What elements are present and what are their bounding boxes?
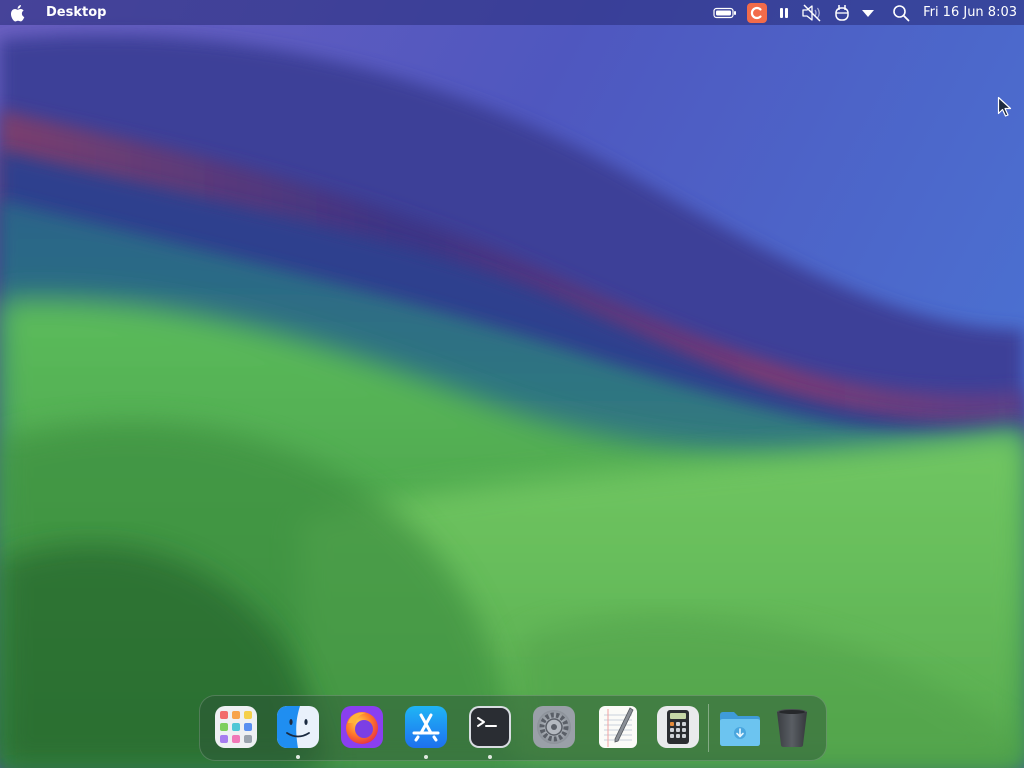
search-icon[interactable] bbox=[892, 0, 910, 25]
dropdown-icon[interactable] bbox=[861, 0, 875, 25]
input-icon[interactable] bbox=[833, 0, 851, 25]
desktop[interactable]: Desktop Fri 16 Jun 8:03 bbox=[0, 0, 1024, 768]
finder-icon[interactable] bbox=[276, 705, 320, 749]
running-indicator bbox=[424, 755, 428, 759]
downloads-folder-icon[interactable] bbox=[718, 705, 762, 749]
running-indicator bbox=[296, 755, 300, 759]
app-indicator-icon[interactable] bbox=[747, 0, 768, 25]
apple-menu-icon[interactable] bbox=[0, 0, 36, 25]
clock[interactable]: Fri 16 Jun 8:03 bbox=[923, 5, 1017, 20]
launchpad-icon[interactable] bbox=[214, 705, 258, 749]
mouse-pointer-icon bbox=[997, 96, 1013, 122]
trash-icon[interactable] bbox=[770, 705, 814, 749]
pause-icon[interactable] bbox=[777, 0, 791, 25]
wallpaper bbox=[0, 0, 1024, 768]
dock-separator bbox=[708, 704, 709, 752]
dock bbox=[199, 695, 827, 761]
status-area: Fri 16 Jun 8:03 bbox=[708, 0, 1024, 25]
menu-bar: Desktop Fri 16 Jun 8:03 bbox=[0, 0, 1024, 25]
active-app-name[interactable]: Desktop bbox=[46, 5, 106, 20]
calculator-icon[interactable] bbox=[656, 705, 700, 749]
text-editor-icon[interactable] bbox=[596, 705, 640, 749]
terminal-icon[interactable] bbox=[468, 705, 512, 749]
running-indicator bbox=[488, 755, 492, 759]
app-store-icon[interactable] bbox=[404, 705, 448, 749]
firefox-icon[interactable] bbox=[340, 705, 384, 749]
muted-speaker-icon[interactable] bbox=[801, 0, 823, 25]
settings-gear-icon[interactable] bbox=[532, 705, 576, 749]
battery-icon[interactable] bbox=[713, 0, 737, 25]
